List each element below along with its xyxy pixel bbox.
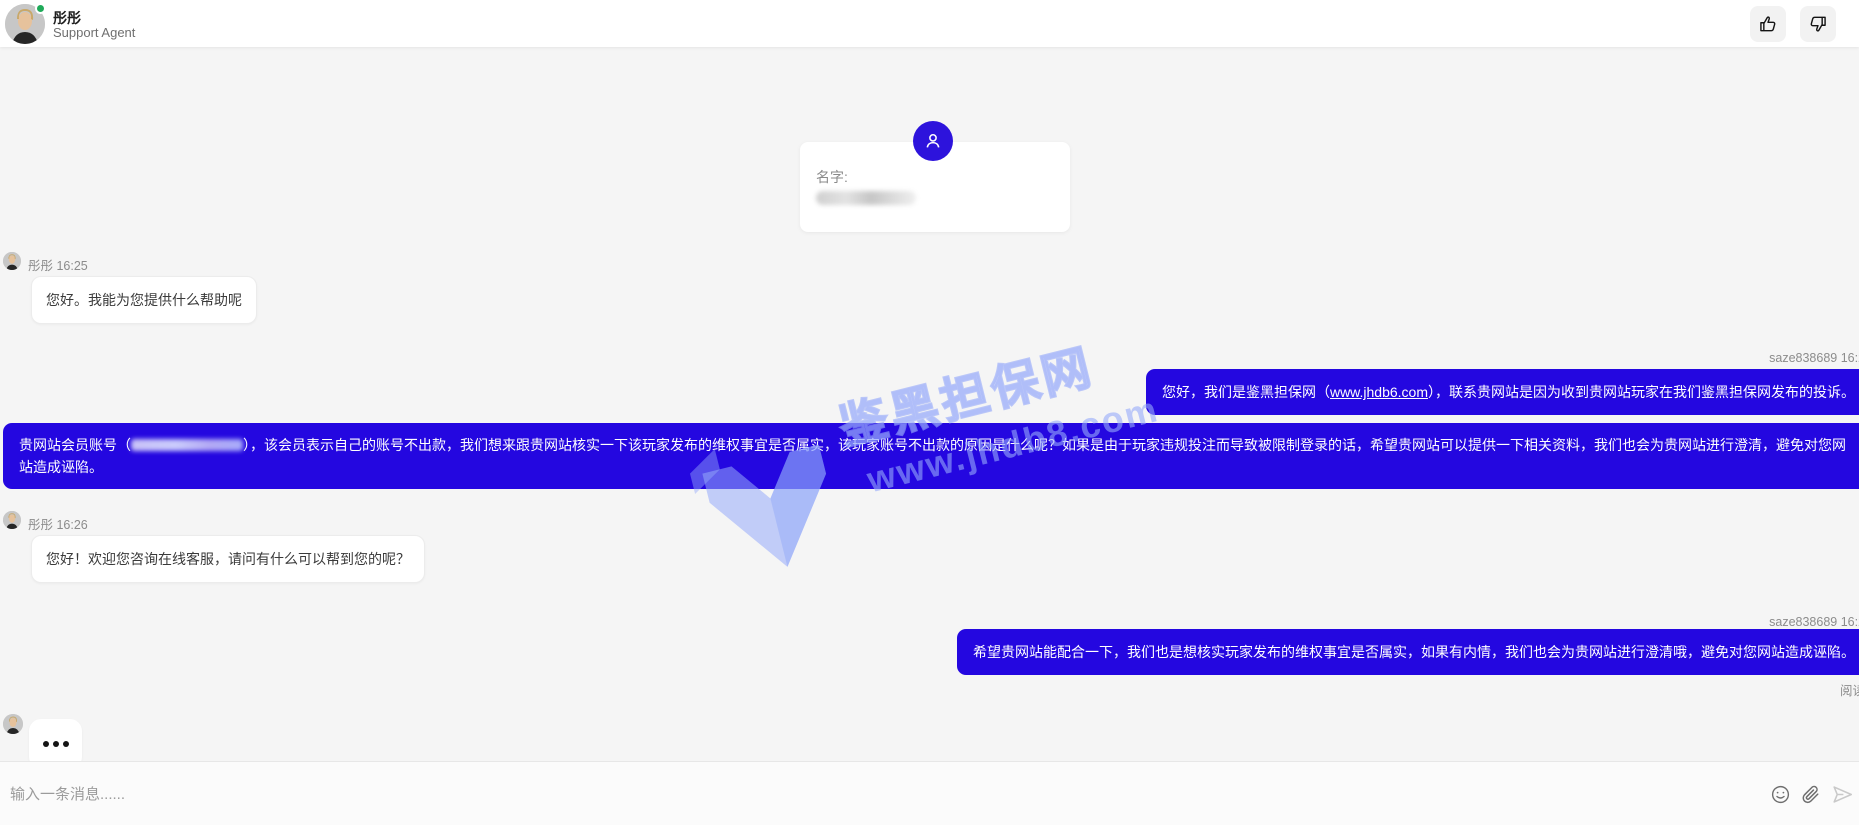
- message-avatar: [3, 511, 21, 529]
- typing-dot: [53, 741, 59, 747]
- chat-header: 彤彤 Support Agent: [0, 0, 1859, 47]
- account-number-redacted: [131, 439, 243, 451]
- emoji-smiley-icon: [1770, 784, 1791, 805]
- user-message-bubble: 希望贵网站能配合一下，我们也是想核实玩家发布的维权事宜是否属实，如果有内情，我们…: [957, 629, 1859, 675]
- message-avatar: [3, 252, 21, 270]
- name-field-value-redacted: [816, 191, 916, 205]
- message-text: ），联系贵网站是因为收到贵网站玩家在我们鉴黑担保网发布的投诉。: [1428, 384, 1855, 400]
- agent-role: Support Agent: [53, 25, 135, 40]
- message-meta: 彤彤 16:25: [28, 255, 88, 274]
- user-circle-icon: [913, 121, 953, 161]
- message-text: ），该会员表示自己的账号不出款，我们想来跟贵网站核实一下该玩家发布的维权事宜是否…: [19, 437, 1846, 475]
- name-field-label: 名字:: [816, 167, 848, 187]
- agent-message-bubble: 您好。我能为您提供什么帮助呢: [31, 276, 257, 324]
- read-receipt: 阅读: [1840, 680, 1859, 699]
- emoji-button[interactable]: [1770, 784, 1791, 805]
- message-avatar: [3, 714, 23, 734]
- chat-scroll-area[interactable]: 名字: 彤彤 16:25 您好。我能为您提供什么帮助呢 saze838689 1…: [0, 47, 1859, 761]
- thumbs-up-button[interactable]: [1750, 6, 1786, 42]
- agent-message-bubble: 您好！欢迎您咨询在线客服，请问有什么可以帮到您的呢？: [31, 535, 425, 583]
- message-meta: 彤彤 16:26: [28, 514, 88, 533]
- paperclip-icon: [1800, 784, 1821, 805]
- jhdb6-link[interactable]: www.jhdb6.com: [1330, 384, 1428, 400]
- user-message-bubble-wide: 贵网站会员账号（），该会员表示自己的账号不出款，我们想来跟贵网站核实一下该玩家发…: [3, 423, 1859, 489]
- typing-dot: [43, 741, 49, 747]
- agent-avatar: [5, 4, 45, 44]
- message-text: 贵网站会员账号（: [19, 437, 131, 453]
- send-button[interactable]: [1832, 784, 1853, 805]
- thumbs-down-icon: [1808, 14, 1828, 34]
- thumbs-down-button[interactable]: [1800, 6, 1836, 42]
- attachment-button[interactable]: [1800, 784, 1821, 805]
- message-composer: [0, 761, 1859, 825]
- typing-dot: [63, 741, 69, 747]
- thumbs-up-icon: [1758, 14, 1778, 34]
- message-text: 您好，我们是鉴黑担保网（: [1162, 384, 1330, 400]
- user-message-bubble: 您好，我们是鉴黑担保网（www.jhdb6.com），联系贵网站是因为收到贵网站…: [1146, 369, 1859, 415]
- message-meta: saze838689 16:25: [1769, 351, 1859, 365]
- message-meta: saze838689 16:26: [1769, 615, 1859, 629]
- send-icon: [1832, 784, 1853, 805]
- online-status-dot: [35, 3, 46, 14]
- message-input[interactable]: [10, 778, 1710, 810]
